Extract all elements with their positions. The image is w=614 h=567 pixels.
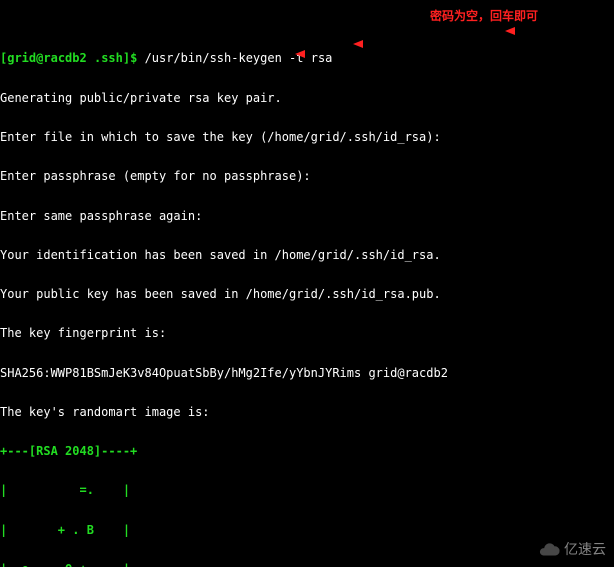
arrow-icon [295, 50, 305, 58]
arrow-icon [505, 27, 515, 35]
output-line: Enter passphrase (empty for no passphras… [0, 170, 614, 183]
output-line: The key's randomart image is: [0, 406, 614, 419]
terminal-window[interactable]: [grid@racdb2 .ssh]$ /usr/bin/ssh-keygen … [0, 0, 614, 567]
output-line: Enter same passphrase again: [0, 210, 614, 223]
randomart-line: | o . O + . | [0, 563, 614, 567]
output-line: SHA256:WWP81BSmJeK3v84OpuatSbBy/hMg2Ife/… [0, 367, 614, 380]
shell-prompt: [grid@racdb2 .ssh]$ [0, 51, 145, 65]
output-line: The key fingerprint is: [0, 327, 614, 340]
watermark: 亿速云 [538, 539, 606, 561]
randomart-line: | + . B | [0, 524, 614, 537]
arrow-icon [353, 40, 363, 48]
output-line: Generating public/private rsa key pair. [0, 92, 614, 105]
watermark-text: 亿速云 [564, 543, 606, 556]
randomart-line: +---[RSA 2048]----+ [0, 445, 614, 458]
cloud-icon [538, 539, 560, 561]
output-line: Your public key has been saved in /home/… [0, 288, 614, 301]
output-line: Enter file in which to save the key (/ho… [0, 131, 614, 144]
output-line: Your identification has been saved in /h… [0, 249, 614, 262]
annotation-text: 密码为空，回车即可 [430, 10, 538, 23]
randomart-line: | =. | [0, 484, 614, 497]
